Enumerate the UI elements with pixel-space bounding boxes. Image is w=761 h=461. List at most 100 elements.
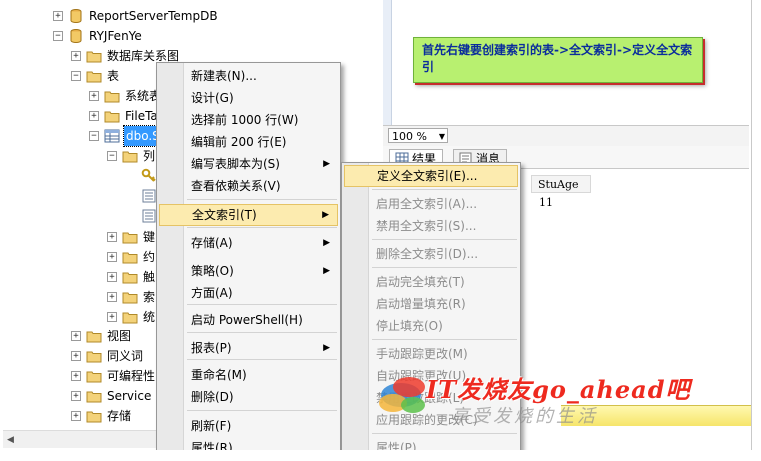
menu-separator (187, 227, 337, 228)
menu-separator (372, 239, 517, 240)
grid-column-header[interactable]: StuAge (531, 175, 591, 193)
submenu-arrow-icon: ▶ (323, 343, 330, 353)
collapse-icon[interactable]: − (107, 151, 117, 161)
menu-item-label: 删除全文索引(D)... (376, 247, 479, 261)
context-menu-item[interactable]: 属性(R) (159, 437, 338, 450)
submenu-item[interactable]: 删除全文索引(D)... (344, 243, 518, 265)
tree-node-label: 表 (107, 69, 120, 83)
submenu-item[interactable]: 手动跟踪更改(M) (344, 343, 518, 365)
menu-item-label: 启动完全填充(T) (376, 275, 465, 289)
submenu-arrow-icon: ▶ (322, 210, 329, 220)
context-menu-item[interactable]: 报表(P) ▶ (159, 337, 338, 359)
context-menu-item[interactable]: 设计(G) (159, 87, 338, 109)
tree-node-label: FileTa (125, 109, 158, 123)
folder-icon (122, 151, 138, 163)
watermark-title: IT发烧友go_ahead吧 (426, 375, 691, 404)
expand-icon[interactable]: + (71, 411, 81, 421)
submenu-item[interactable]: 启动完全填充(T) (344, 271, 518, 293)
submenu-item[interactable]: 停止填充(O) (344, 315, 518, 337)
submenu-item[interactable]: 属性(P) (344, 437, 518, 450)
menu-item-label: 刷新(F) (191, 419, 232, 433)
expand-icon[interactable]: + (107, 232, 117, 242)
menu-item-label: 重命名(M) (191, 368, 247, 382)
menu-separator (372, 339, 517, 340)
expand-icon[interactable]: + (53, 11, 63, 21)
folder-icon (122, 232, 138, 244)
tree-node-label: 视图 (107, 329, 132, 343)
expand-icon[interactable]: + (89, 91, 99, 101)
expand-icon[interactable]: + (107, 252, 117, 262)
expand-icon[interactable]: + (107, 272, 117, 282)
zoom-select[interactable]: 100 % ▼ (388, 128, 448, 143)
menu-item-label: 选择前 1000 行(W) (191, 113, 299, 127)
context-menu-item[interactable]: 编写表脚本为(S) ▶ (159, 153, 338, 175)
folder-icon (86, 51, 102, 63)
tree-node-label: 索 (143, 290, 156, 304)
menu-separator (372, 189, 517, 190)
menu-item-label: 定义全文索引(E)... (377, 169, 478, 183)
column-icon (142, 209, 156, 223)
submenu-item[interactable]: 启动增量填充(R) (344, 293, 518, 315)
chevron-down-icon: ▼ (438, 132, 445, 141)
context-menu-item[interactable]: 查看依赖关系(V) (159, 175, 338, 197)
tree-node-label: 键 (143, 230, 156, 244)
expand-icon[interactable]: + (71, 351, 81, 361)
folder-icon (86, 71, 102, 83)
context-menu-item[interactable]: 删除(D) (159, 386, 338, 408)
tree-node-label: ReportServerTempDB (89, 9, 218, 23)
collapse-icon[interactable]: − (89, 131, 99, 141)
context-menu-item[interactable]: 编辑前 200 行(E) (159, 131, 338, 153)
context-menu-item[interactable]: 启动 PowerShell(H) (159, 309, 338, 331)
submenu-item[interactable]: 启用全文索引(A)... (344, 193, 518, 215)
zoom-value: 100 % (392, 130, 427, 143)
menu-item-label: 存储(A) (191, 236, 233, 250)
expand-icon[interactable]: + (71, 331, 81, 341)
watermark-subtitle: 享受发烧的生活 (451, 406, 598, 427)
menu-item-label: 查看依赖关系(V) (191, 179, 281, 193)
tree-node-label: 统 (143, 310, 156, 324)
menu-item-label: 全文索引(T) (192, 208, 257, 222)
ssms-window: + ReportServerTempDB − RYJFenYe + 数据库关系图… (3, 0, 752, 450)
collapse-icon[interactable]: − (71, 71, 81, 81)
context-menu-item[interactable]: 策略(O) ▶ (159, 260, 338, 282)
menu-item-label: 新建表(N)... (191, 69, 257, 83)
expand-icon[interactable]: + (71, 371, 81, 381)
scroll-left-icon[interactable]: ◀ (7, 435, 14, 445)
expand-icon[interactable]: + (71, 51, 81, 61)
zoom-bar: 100 % ▼ (383, 125, 749, 147)
menu-item-label: 启动增量填充(R) (376, 297, 466, 311)
submenu-item[interactable]: 禁用全文索引(S)... (344, 215, 518, 237)
folder-icon (122, 252, 138, 264)
database-icon (70, 9, 82, 24)
menu-separator (187, 304, 337, 305)
folder-icon (104, 111, 120, 123)
context-menu-item[interactable]: 新建表(N)... (159, 65, 338, 87)
menu-item-label: 停止填充(O) (376, 319, 443, 333)
context-menu-item[interactable]: 选择前 1000 行(W) (159, 109, 338, 131)
submenu-item[interactable]: 定义全文索引(E)... (344, 165, 518, 187)
collapse-icon[interactable]: − (53, 31, 63, 41)
context-menu-item[interactable]: 刷新(F) (159, 415, 338, 437)
expand-icon[interactable]: + (107, 312, 117, 322)
context-menu-item[interactable]: 全文索引(T) ▶ (159, 204, 338, 226)
menu-item-label: 属性(P) (376, 441, 417, 450)
expand-icon[interactable]: + (89, 111, 99, 121)
folder-icon (122, 292, 138, 304)
menu-item-label: 设计(G) (191, 91, 234, 105)
menu-item-label: 编写表脚本为(S) (191, 157, 280, 171)
folder-icon (86, 331, 102, 343)
tree-node-label: 列 (143, 149, 156, 163)
expand-icon[interactable]: + (107, 292, 117, 302)
grid-cell[interactable]: 11 (531, 194, 591, 212)
context-menu-item[interactable]: 重命名(M) (159, 364, 338, 386)
tree-node-label: 存储 (107, 409, 132, 423)
menu-item-label: 属性(R) (191, 441, 233, 450)
column-icon (142, 189, 156, 203)
folder-icon (86, 351, 102, 363)
menu-item-label: 手动跟踪更改(M) (376, 347, 468, 361)
context-menu-item[interactable]: 存储(A) ▶ (159, 232, 338, 254)
menu-item-label: 策略(O) (191, 264, 234, 278)
database-icon (70, 29, 82, 44)
context-menu-item[interactable]: 方面(A) (159, 282, 338, 304)
expand-icon[interactable]: + (71, 391, 81, 401)
